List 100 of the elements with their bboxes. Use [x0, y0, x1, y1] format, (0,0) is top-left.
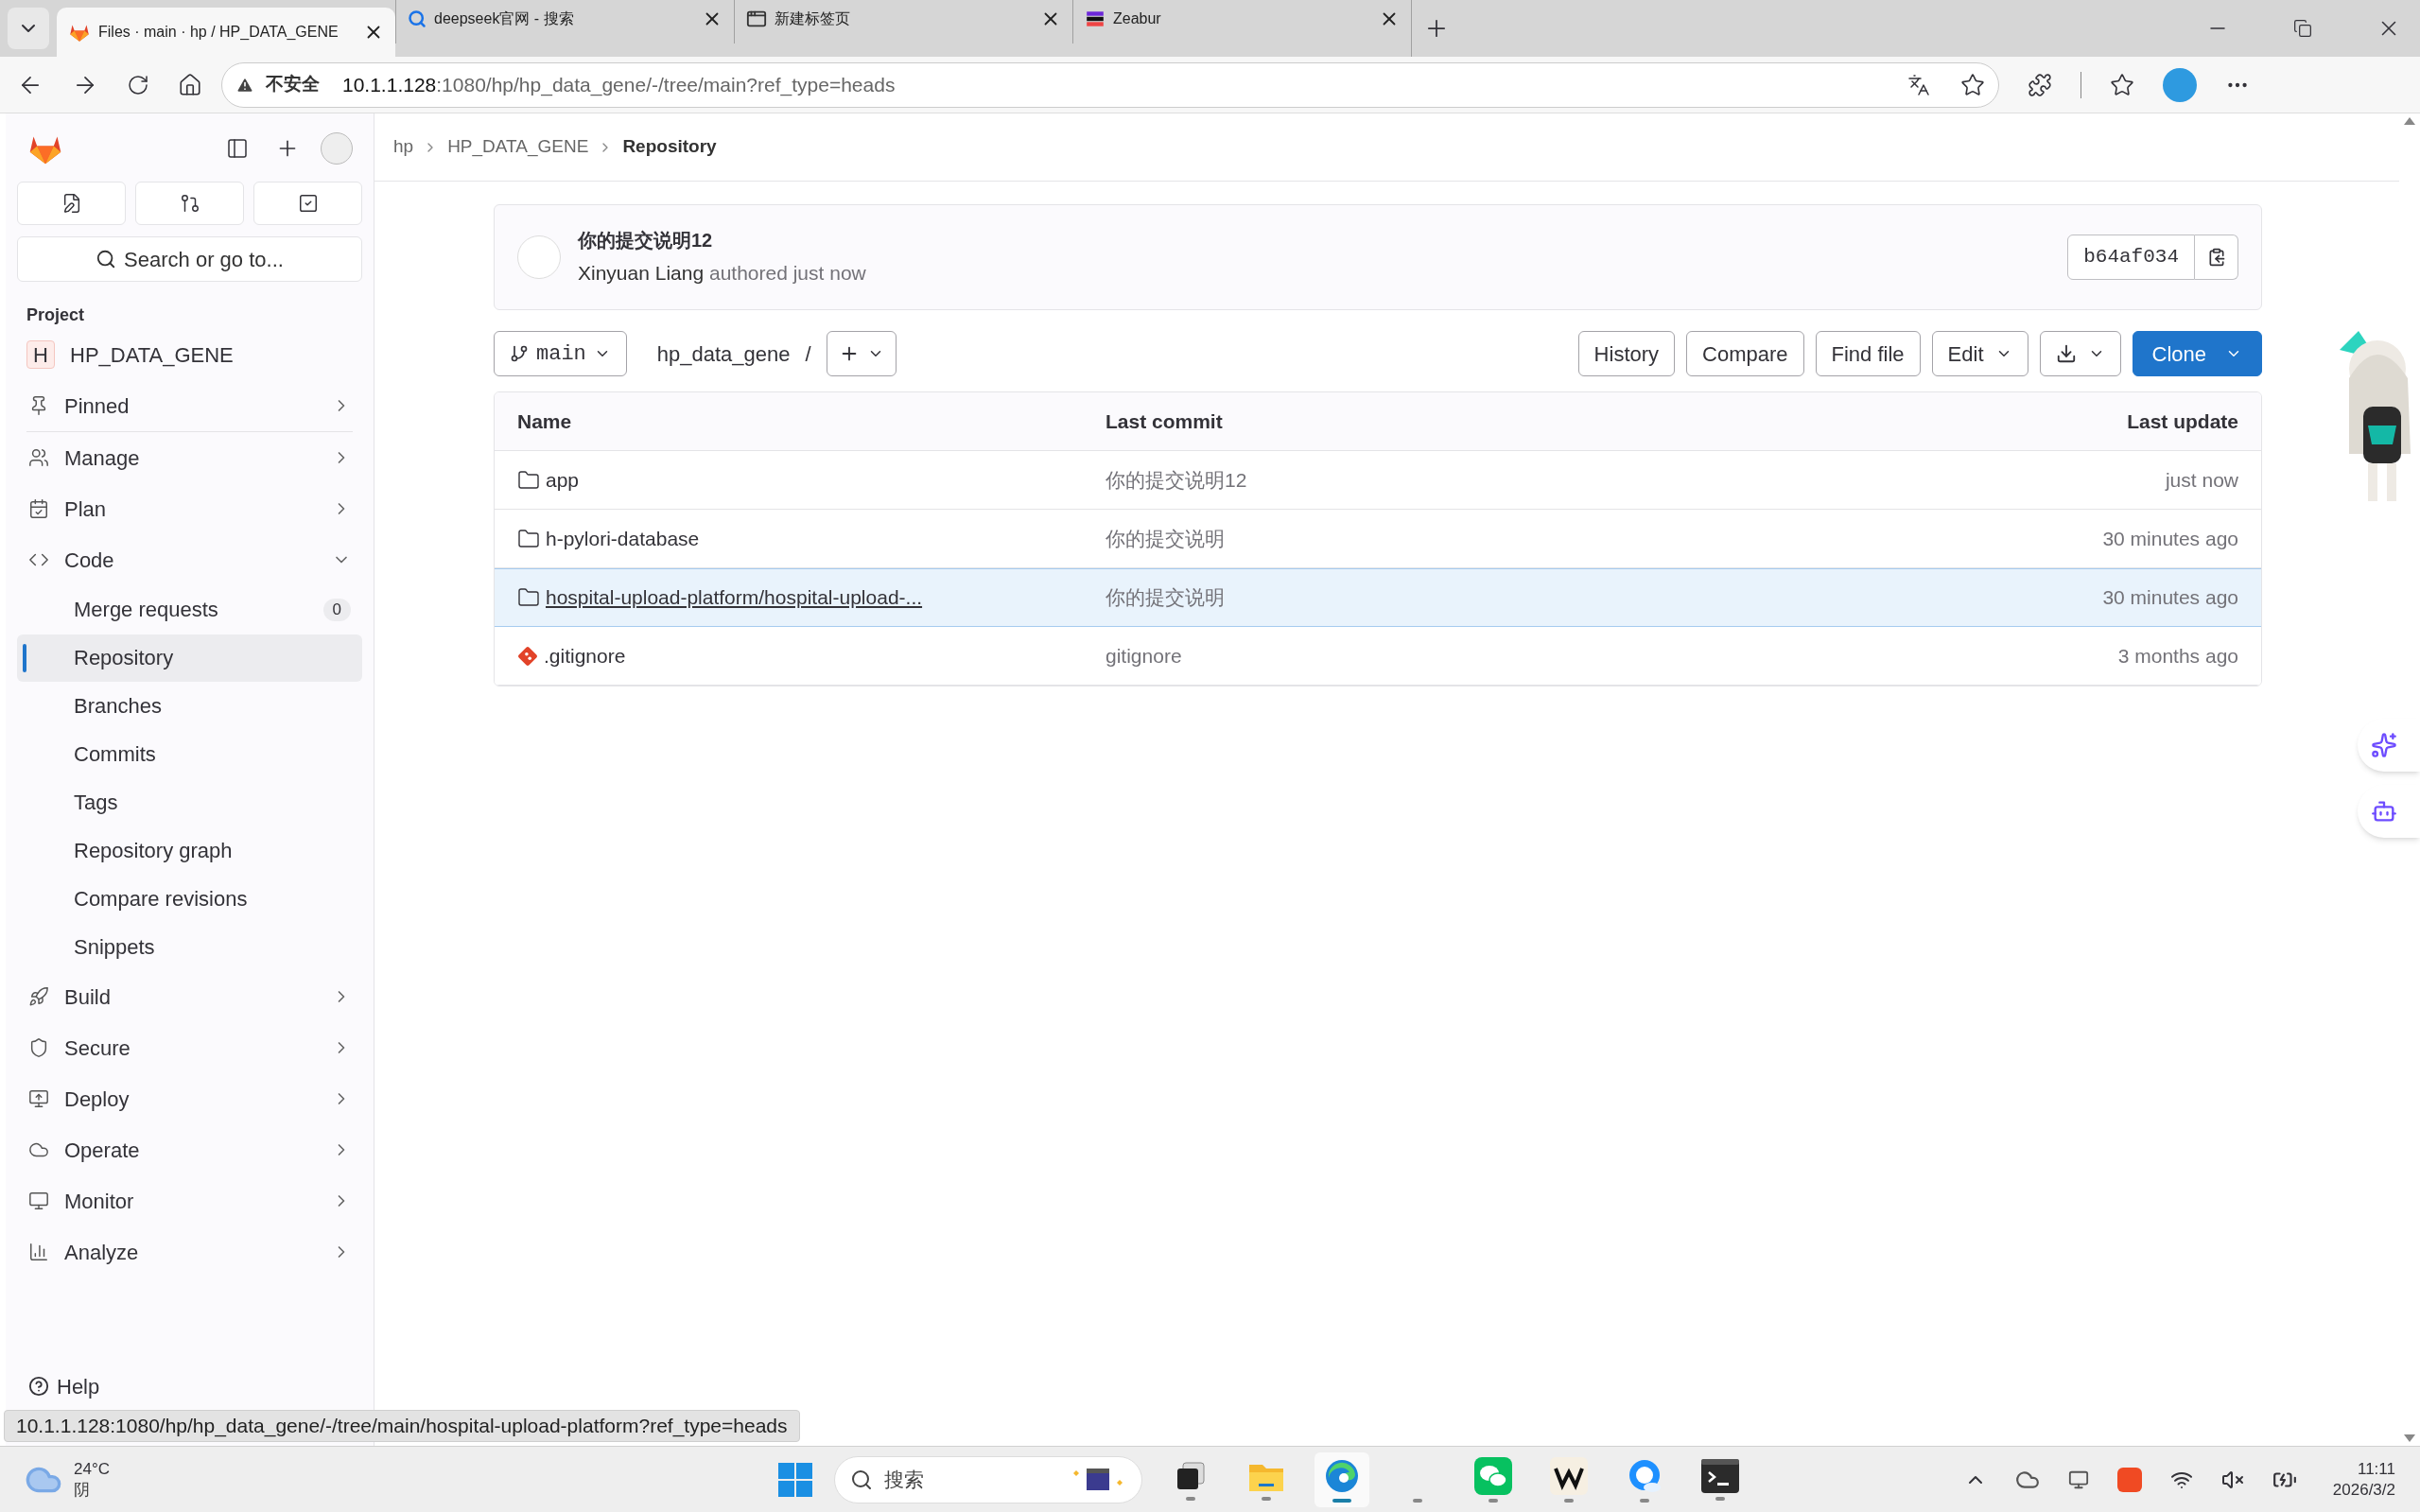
breadcrumb-link[interactable]: Repository	[622, 133, 717, 161]
zeabur-logo-icon	[1085, 9, 1106, 29]
sidebar-item[interactable]: Merge requests 0	[17, 585, 362, 634]
update-time: just now	[2164, 467, 2238, 493]
folder-icon	[517, 527, 540, 550]
start-icon[interactable]	[777, 1462, 813, 1498]
commit-message-link[interactable]: gitignore	[1106, 640, 1860, 671]
sidebar-section[interactable]: Deploy	[17, 1073, 362, 1124]
browser-tab[interactable]: 新建标签页	[734, 0, 1072, 43]
browser-tab[interactable]: Files · main · hp / HP_DATA_GENE	[57, 8, 395, 57]
reload-icon[interactable]	[127, 73, 149, 96]
folder-icon	[517, 586, 540, 609]
sidebar-section[interactable]: Secure	[17, 1022, 362, 1073]
sidebar-section[interactable]: Code	[17, 534, 362, 585]
update-time: 30 minutes ago	[2101, 585, 2238, 611]
favorites-list-icon[interactable]	[2110, 72, 2134, 97]
folder-icon	[517, 468, 540, 492]
update-time: 3 months ago	[2116, 643, 2238, 669]
commit-title[interactable]: 你的提交说明12	[578, 226, 866, 255]
toolbar-button[interactable]: Find file	[1815, 331, 1921, 376]
extensions-icon[interactable]	[2028, 72, 2052, 97]
section-icon	[28, 447, 49, 468]
sidebar-section[interactable]: Manage	[17, 432, 362, 483]
sidebar-section[interactable]: Analyze	[17, 1226, 362, 1277]
clock-time: 11:11	[2357, 1458, 2395, 1480]
section-label: Project	[26, 304, 86, 326]
tab-title: Files · main · hp / HP_DATA_GENE	[98, 23, 339, 42]
search-field[interactable]: Search or go to...	[17, 236, 362, 282]
sidebar-item[interactable]: Repository	[17, 634, 362, 682]
clone-button[interactable]: Clone	[2132, 331, 2262, 376]
sidebar-item[interactable]: Commits	[17, 730, 362, 778]
sidebar-section[interactable]: Pinned	[17, 380, 362, 431]
status-url: 10.1.1.128:1080/hp/hp_data_gene/-/tree/main/hospital-upload-platform?ref_type=heads	[4, 1410, 800, 1442]
file-link[interactable]: app	[546, 464, 580, 495]
tab-title: 新建标签页	[775, 9, 851, 28]
browser-tab[interactable]: Zeabur	[1072, 0, 1411, 43]
edit-dropdown-button[interactable]: Edit	[1931, 331, 2028, 376]
file-link[interactable]: .gitignore	[544, 640, 626, 671]
chatbot-button[interactable]	[2358, 785, 2420, 838]
section-icon	[28, 986, 49, 1007]
restore-icon[interactable]	[2293, 19, 2312, 38]
favorite-icon[interactable]	[1960, 72, 1985, 97]
breadcrumb-link[interactable]: HP_DATA_GENE	[447, 133, 589, 161]
branch-dropdown[interactable]: main	[494, 331, 627, 376]
sidebar-item[interactable]: Repository graph	[17, 826, 362, 875]
search-icon	[408, 9, 427, 28]
section-icon	[28, 1190, 49, 1211]
commit-message-link[interactable]: 你的提交说明	[1106, 582, 1860, 613]
commit-author-line: Xinyuan Liang authored just now	[578, 261, 866, 287]
commit-sha[interactable]: b64af034	[2067, 235, 2195, 280]
url-text: 10.1.1.128:1080/hp/hp_data_gene/-/tree/main?ref_type=heads	[342, 72, 896, 98]
download-icon	[2055, 343, 2077, 364]
toolbar-button[interactable]: History	[1577, 331, 1676, 376]
sidebar-item[interactable]: Compare revisions	[17, 875, 362, 923]
breadcrumb-link[interactable]: hp	[393, 133, 414, 161]
project-item[interactable]: H HP_DATA_GENE	[17, 329, 362, 380]
sidebar-toggle-icon[interactable]	[226, 137, 249, 160]
project-name: HP_DATA_GENE	[70, 341, 234, 369]
file-row[interactable]: hospital-upload-platform/hospital-upload-... 你的提交说明 30 minutes ago	[495, 568, 2261, 627]
sidebar-section[interactable]: Build	[17, 971, 362, 1022]
update-time: 30 minutes ago	[2101, 526, 2238, 551]
sidebar-item[interactable]: Snippets	[17, 923, 362, 971]
file-link[interactable]: hospital-upload-platform/hospital-upload-...	[546, 582, 923, 613]
merge-request-icon	[179, 193, 200, 214]
section-icon	[28, 1037, 49, 1058]
browser-tab[interactable]: deepseek官网 - 搜索	[395, 0, 734, 43]
count-badge: 0	[322, 598, 351, 621]
terminal-icon	[1701, 1459, 1739, 1493]
shortcut-button[interactable]	[17, 182, 126, 225]
todo-checkbox-icon	[297, 193, 319, 214]
assistant-button[interactable]	[2358, 719, 2420, 772]
search-icon	[96, 249, 117, 269]
path-separator: /	[805, 340, 811, 368]
help-link[interactable]: Help	[28, 1372, 100, 1400]
sidebar-item[interactable]: Tags	[17, 778, 362, 826]
security-label: 不安全	[266, 73, 320, 96]
file-link[interactable]: h-pylori-database	[546, 523, 700, 554]
download-button[interactable]	[2039, 331, 2121, 376]
sidebar-item[interactable]: Branches	[17, 682, 362, 730]
sidebar-section[interactable]: Monitor	[17, 1175, 362, 1226]
tab-list-button[interactable]	[8, 8, 49, 49]
taskbar-search-field[interactable]: 搜索	[834, 1456, 1142, 1503]
section-icon	[28, 1088, 49, 1109]
project-avatar: H	[26, 340, 55, 369]
address-bar[interactable]: 不安全 10.1.1.128:1080/hp/hp_data_gene/-/tree/main?ref_type=heads	[221, 61, 1999, 108]
commit-message-link[interactable]: 你的提交说明	[1106, 523, 1860, 554]
help-icon	[28, 1376, 49, 1397]
window-icon	[746, 9, 767, 29]
sidebar-section[interactable]: Plan	[17, 483, 362, 534]
repository-path[interactable]: hp_data_gene	[656, 338, 791, 370]
copy-sha-button[interactable]	[2195, 235, 2238, 280]
translate-icon[interactable]	[1907, 73, 1930, 96]
column-header: Last commit	[1106, 408, 1224, 434]
sidebar-section[interactable]: Operate	[17, 1124, 362, 1175]
shortcut-button[interactable]	[253, 182, 362, 225]
profile-avatar[interactable]	[2163, 67, 2197, 102]
home-icon[interactable]	[178, 72, 202, 97]
commit-message-link[interactable]: 你的提交说明12	[1106, 464, 1860, 495]
toolbar-button[interactable]: Compare	[1686, 331, 1804, 376]
author-avatar	[517, 235, 561, 279]
